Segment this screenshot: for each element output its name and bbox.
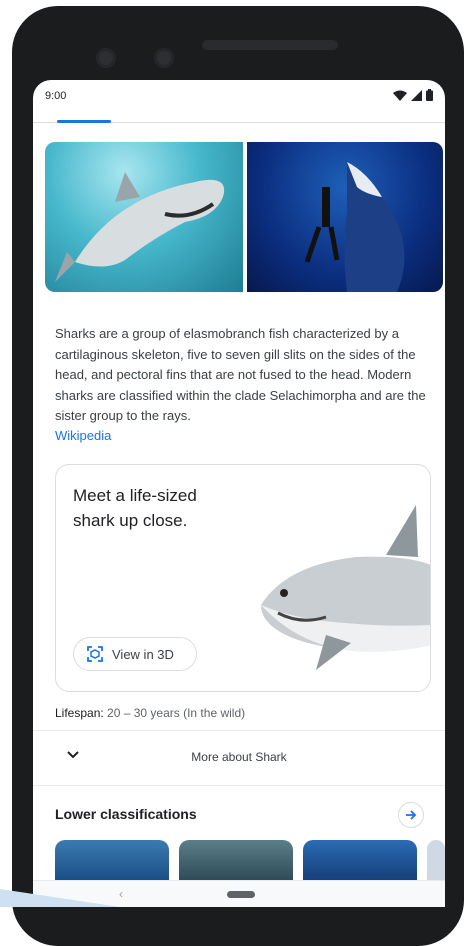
wikipedia-link[interactable]: Wikipedia — [55, 428, 111, 443]
lifespan-row: Lifespan: 20 – 30 years (In the wild) — [55, 706, 245, 720]
nav-home-button[interactable] — [227, 891, 255, 898]
battery-icon — [426, 89, 433, 101]
phone-speaker — [202, 40, 338, 50]
description-text: Sharks are a group of elasmobranch fish … — [55, 326, 426, 423]
image-tile[interactable] — [45, 142, 243, 292]
card-title: Meet a life-sized shark up close. — [73, 486, 197, 530]
lifespan-value: 20 – 30 years (In the wild) — [107, 706, 246, 720]
status-bar: 9:00 — [33, 80, 445, 114]
phone-camera — [96, 48, 116, 68]
classification-thumb[interactable] — [55, 840, 169, 880]
view-3d-card[interactable]: Meet a life-sized shark up close. View i… — [55, 464, 431, 692]
classification-thumbnails — [55, 840, 445, 880]
arrow-right-icon — [406, 810, 417, 820]
lower-classifications-arrow[interactable] — [398, 802, 424, 828]
wifi-icon — [393, 90, 407, 101]
image-carousel[interactable] — [45, 142, 445, 292]
status-time: 9:00 — [45, 90, 67, 102]
more-about-button[interactable]: More about Shark — [33, 730, 445, 786]
view-in-3d-button[interactable]: View in 3D — [73, 637, 197, 671]
shark-3d-preview — [261, 505, 430, 670]
more-about-label: More about Shark — [191, 750, 287, 764]
classification-thumb[interactable] — [303, 840, 417, 880]
phone-sensor — [154, 48, 174, 68]
shark-image — [55, 172, 225, 282]
lower-classifications-title: Lower classifications — [55, 806, 197, 822]
signal-icon — [411, 89, 422, 101]
tab-indicator — [57, 120, 111, 123]
classification-thumb[interactable] — [179, 840, 293, 880]
classification-thumb[interactable] — [427, 840, 445, 880]
corner-decoration — [0, 889, 120, 907]
image-tile[interactable] — [247, 142, 443, 292]
lifespan-label: Lifespan: — [55, 706, 104, 720]
3d-icon — [87, 646, 103, 662]
view-in-3d-label: View in 3D — [112, 646, 174, 662]
diver-shark-image — [304, 162, 405, 292]
screen: 9:00 Sharks are a group of elasmobranch … — [33, 80, 445, 907]
tab-strip — [33, 118, 445, 124]
